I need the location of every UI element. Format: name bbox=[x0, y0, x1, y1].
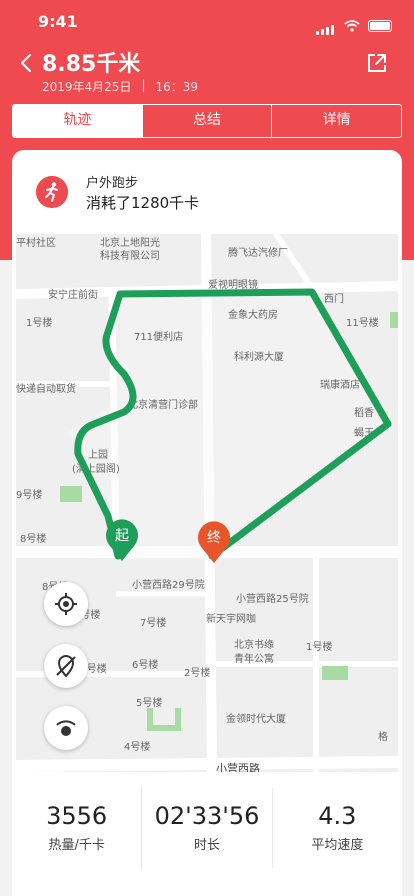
svg-text:起: 起 bbox=[115, 528, 129, 544]
workout-datetime: 2019年4月25日 | 16：39 bbox=[42, 78, 198, 95]
map-label: 金领时代大厦 bbox=[226, 714, 286, 725]
wifi-icon bbox=[344, 19, 360, 32]
tab-summary[interactable]: 总结 bbox=[143, 105, 273, 137]
stat-value: 3556 bbox=[46, 802, 108, 830]
map-label: 稻香 bbox=[354, 408, 374, 419]
start-marker[interactable]: 起 bbox=[104, 516, 140, 562]
map-label: 科技有限公司 bbox=[100, 251, 160, 262]
map-label: 西门 bbox=[324, 294, 344, 305]
locate-icon bbox=[55, 593, 77, 615]
gps-signal-button[interactable] bbox=[44, 706, 88, 750]
map-label: 4号楼 bbox=[124, 742, 151, 753]
map-label: 1号楼 bbox=[306, 642, 333, 653]
map-label: 爱视明眼镜 bbox=[208, 280, 258, 291]
map-label: 北京书缘 bbox=[234, 640, 274, 651]
stat-duration: 02'33'56 时长 bbox=[142, 788, 273, 868]
map-label: 腾飞达汽修厂 bbox=[228, 248, 288, 259]
workout-time: 16：39 bbox=[155, 80, 199, 94]
map-label: 快递自动取货 bbox=[16, 384, 76, 395]
tab-track[interactable]: 轨迹 bbox=[13, 105, 143, 137]
status-bar: 9:41 bbox=[0, 12, 414, 36]
route-map[interactable]: 平村社区 北京上地阳光 科技有限公司 腾飞达汽修厂 爱视明眼镜 安宁庄前街 西门… bbox=[16, 234, 398, 772]
map-label: 蝎王 bbox=[354, 428, 374, 439]
calories-burned: 消耗了1280千卡 bbox=[86, 194, 200, 212]
stats-row: 3556 热量/千卡 02'33'56 时长 4.3 平均速度 bbox=[12, 788, 402, 868]
map-label: 金象大药房 bbox=[228, 310, 278, 321]
end-marker[interactable]: 终 bbox=[196, 518, 232, 564]
workout-card: 户外跑步 消耗了1280千卡 平村社区 北京上地阳光 科技有限公司 腾飞达汽修厂 bbox=[12, 150, 402, 896]
map-background bbox=[16, 234, 398, 772]
page-title: 8.85千米 bbox=[42, 52, 141, 77]
map-label: 平村社区 bbox=[16, 238, 56, 249]
signal-icon bbox=[56, 720, 76, 736]
map-label: 711便利店 bbox=[134, 332, 184, 343]
map-label: 安宁庄前街 bbox=[48, 290, 98, 301]
hide-route-icon bbox=[56, 655, 76, 678]
map-label: 8号楼 bbox=[20, 534, 47, 545]
map-label: 5号楼 bbox=[136, 698, 163, 709]
workout-date: 2019年4月25日 bbox=[42, 80, 132, 94]
map-label: 2号楼 bbox=[184, 668, 211, 679]
activity-summary: 户外跑步 消耗了1280千卡 bbox=[12, 150, 402, 234]
status-icons bbox=[316, 16, 392, 35]
map-label: 上园 bbox=[88, 450, 108, 461]
stat-label: 时长 bbox=[193, 838, 220, 853]
svg-text:终: 终 bbox=[207, 530, 221, 546]
tab-details[interactable]: 详情 bbox=[272, 105, 401, 137]
running-icon bbox=[36, 176, 68, 208]
stat-avg-speed: 4.3 平均速度 bbox=[273, 788, 402, 868]
stat-calories: 3556 热量/千卡 bbox=[12, 788, 143, 868]
stat-value: 02'33'56 bbox=[154, 802, 260, 830]
hide-route-button[interactable] bbox=[44, 644, 88, 688]
status-time: 9:41 bbox=[38, 12, 78, 31]
map-label: 格 bbox=[378, 732, 388, 743]
datetime-separator: | bbox=[141, 78, 146, 92]
map-label: 7号楼 bbox=[140, 618, 167, 629]
locate-button[interactable] bbox=[44, 582, 88, 626]
tab-bar: 轨迹 总结 详情 bbox=[12, 104, 402, 138]
map-label: 小营西路29号院 bbox=[132, 580, 205, 591]
share-icon[interactable] bbox=[366, 52, 388, 74]
map-label: 小营西路 bbox=[216, 762, 260, 772]
map-label: 1号楼 bbox=[26, 318, 53, 329]
map-label: 瑞康酒店 bbox=[320, 380, 360, 391]
map-label: 青年公寓 bbox=[234, 654, 274, 665]
battery-icon bbox=[368, 19, 392, 32]
map-label: 科利源大厦 bbox=[234, 352, 284, 363]
stat-label: 热量/千卡 bbox=[48, 838, 105, 853]
activity-type: 户外跑步 bbox=[86, 176, 139, 191]
map-label: (清上园阁) bbox=[72, 464, 120, 475]
stat-label: 平均速度 bbox=[311, 838, 364, 853]
map-label: 小营西路25号院 bbox=[236, 594, 309, 605]
map-label: 新天宇网咖 bbox=[206, 614, 256, 625]
map-label: 6号楼 bbox=[132, 660, 159, 671]
map-label: 11号楼 bbox=[346, 318, 379, 329]
stat-value: 4.3 bbox=[318, 802, 357, 830]
map-label: 9号楼 bbox=[16, 490, 43, 501]
cellular-signal-icon bbox=[316, 16, 336, 35]
back-icon[interactable] bbox=[16, 52, 38, 74]
map-label: 北京清营门诊部 bbox=[128, 400, 198, 411]
